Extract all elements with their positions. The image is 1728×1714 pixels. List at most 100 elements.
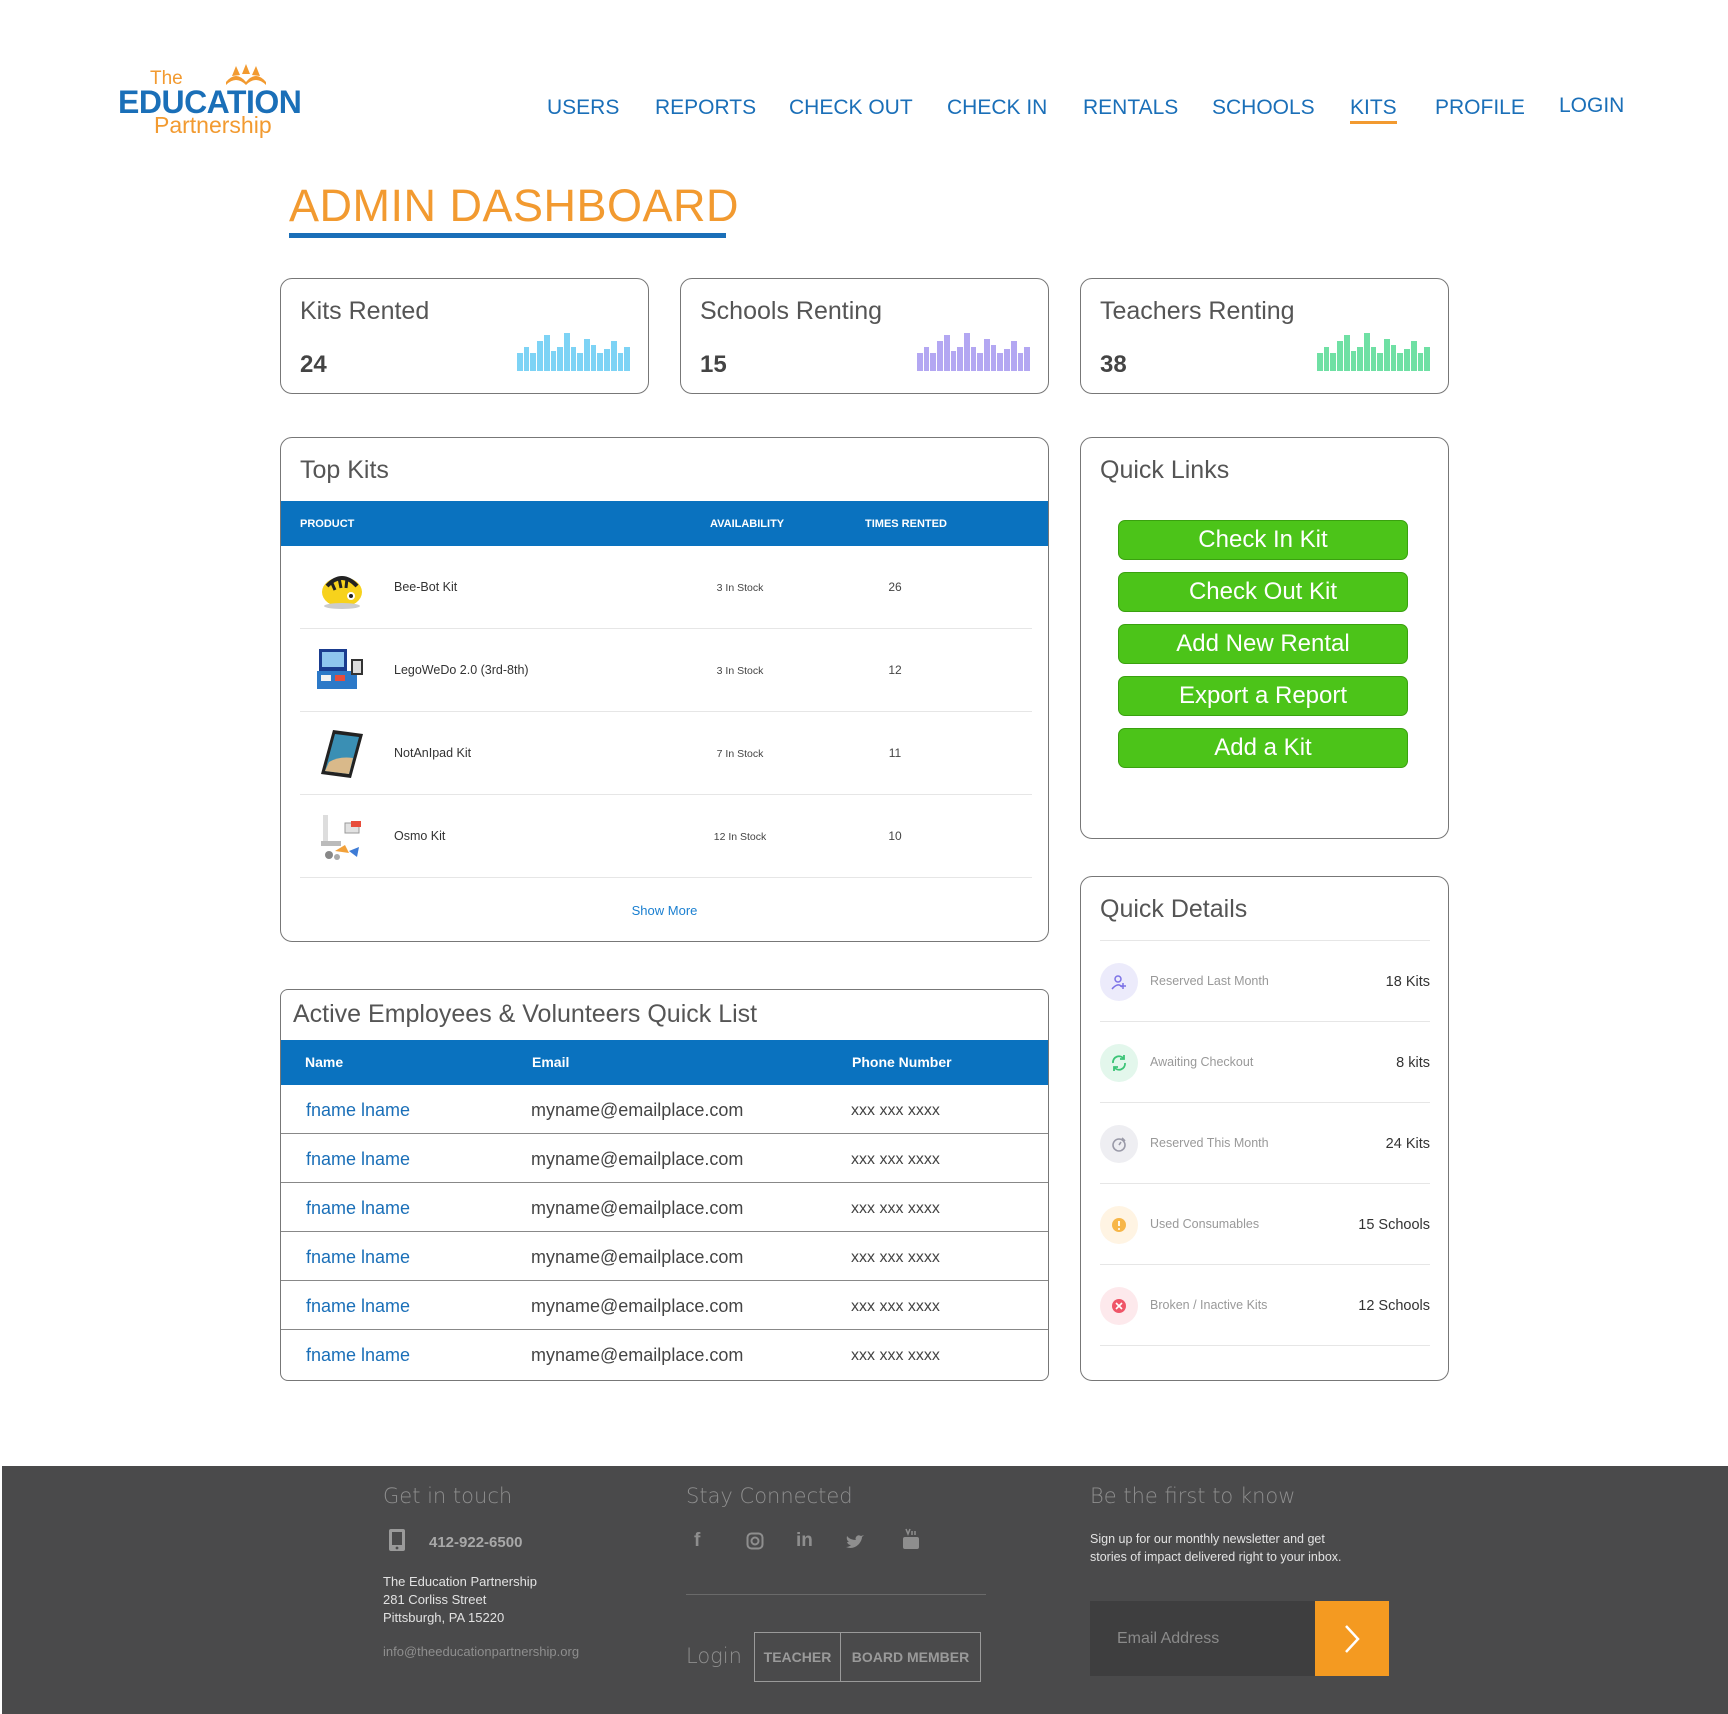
detail-value: 15 Schools [1358,1217,1430,1233]
spark-bar [1337,341,1343,371]
spark-bar [1404,349,1410,371]
nav-check-in[interactable]: CHECK IN [947,96,1047,120]
table-row[interactable]: LegoWeDo 2.0 (3rd-8th) 3 In Stock 12 [300,629,1032,712]
employee-name[interactable]: fname lname [306,1198,410,1219]
table-row[interactable]: fname lname myname@emailplace.com xxx xx… [281,1232,1048,1281]
employee-name[interactable]: fname lname [306,1149,410,1170]
stat-card-teachers-renting: Teachers Renting 38 [1080,278,1449,394]
spark-bar [990,345,997,371]
add-new-rental-button[interactable]: Add New Rental [1118,624,1408,664]
timer-icon [1100,1125,1138,1163]
footer-email-link[interactable]: info@theeducationpartnership.org [383,1644,579,1659]
teacher-login-button[interactable]: TEACHER [755,1633,841,1681]
board-member-login-button[interactable]: BOARD MEMBER [841,1633,980,1681]
table-row[interactable]: fname lname myname@emailplace.com xxx xx… [281,1183,1048,1232]
table-row[interactable]: fname lname myname@emailplace.com xxx xx… [281,1281,1048,1330]
footer-contact-heading: Get in touch [383,1484,513,1508]
detail-label: Used Consumables [1150,1217,1260,1231]
add-kit-button[interactable]: Add a Kit [1118,728,1408,768]
spark-bar [617,353,624,371]
newsletter-submit-button[interactable] [1315,1601,1389,1676]
refresh-icon [1100,1044,1138,1082]
spark-bar [1424,347,1430,371]
spark-bar [517,353,523,371]
col-times-rented: TIMES RENTED [865,518,947,530]
employee-name[interactable]: fname lname [306,1345,410,1366]
nav-profile[interactable]: PROFILE [1435,96,1525,120]
alert-icon [1100,1206,1138,1244]
table-row[interactable]: Bee-Bot Kit 3 In Stock 26 [300,546,1032,629]
newsletter-email-field[interactable] [1090,1601,1315,1676]
nav-kits[interactable]: KITS [1350,96,1397,124]
bee-bot-icon [322,576,362,609]
quick-details-card: Quick Details Reserved Last Month 18 Kit… [1080,876,1449,1381]
kit-times-rented: 26 [888,580,902,594]
kit-name[interactable]: NotAnIpad Kit [394,746,471,760]
table-row[interactable]: NotAnIpad Kit 7 In Stock 11 [300,712,1032,795]
spark-bar [563,333,570,371]
table-row[interactable]: fname lname myname@emailplace.com xxx xx… [281,1330,1048,1379]
linkedin-icon[interactable]: in [796,1530,813,1552]
footer-login-label: Login [686,1644,742,1668]
twitter-icon[interactable] [845,1534,865,1550]
kit-name[interactable]: LegoWeDo 2.0 (3rd-8th) [394,663,529,677]
spark-bar [1377,353,1384,371]
spark-bar [1343,335,1350,371]
kit-name[interactable]: Osmo Kit [394,829,445,843]
employees-header: Name Email Phone Number [281,1040,1048,1085]
check-out-kit-button[interactable]: Check Out Kit [1118,572,1408,612]
stat-value: 15 [700,351,727,378]
sparkline-chart [517,331,630,371]
spark-bar [963,333,970,371]
table-row[interactable]: fname lname myname@emailplace.com xxx xx… [281,1134,1048,1183]
stat-card-kits-rented: Kits Rented 24 [280,278,649,394]
facebook-icon[interactable]: f [694,1530,700,1552]
kit-availability: 3 In Stock [716,582,764,594]
kit-name[interactable]: Bee-Bot Kit [394,580,457,594]
spark-bar [570,347,577,371]
employee-phone: xxx xxx xxxx [851,1200,940,1217]
employee-email: myname@emailplace.com [531,1345,744,1365]
show-more-link[interactable]: Show More [281,903,1048,918]
spark-bar [584,339,590,371]
nav-users[interactable]: USERS [547,96,619,120]
spark-bar [624,347,630,371]
employee-name[interactable]: fname lname [306,1100,410,1121]
table-row[interactable]: fname lname myname@emailplace.com xxx xx… [281,1085,1048,1134]
spark-bar [1350,351,1357,371]
stat-value: 38 [1100,351,1127,378]
nav-check-out[interactable]: CHECK OUT [789,96,913,120]
nav-rentals[interactable]: RENTALS [1083,96,1178,120]
email-input[interactable] [1090,1601,1315,1676]
top-kits-card: Top Kits PRODUCT AVAILABILITY TIMES RENT… [280,437,1049,942]
nav-schools[interactable]: SCHOOLS [1212,96,1315,120]
detail-value: 8 kits [1396,1055,1430,1071]
check-in-kit-button[interactable]: Check In Kit [1118,520,1408,560]
detail-row: Awaiting Checkout 8 kits [1100,1022,1430,1103]
lego-kit-icon [317,649,363,689]
youtube-icon[interactable] [902,1528,920,1550]
export-report-button[interactable]: Export a Report [1118,676,1408,716]
employee-phone: xxx xxx xxxx [851,1249,940,1266]
detail-label: Awaiting Checkout [1150,1055,1254,1069]
nav-reports[interactable]: REPORTS [655,96,756,120]
employee-name[interactable]: fname lname [306,1247,410,1268]
kit-times-rented: 11 [888,746,902,760]
newsletter-text-line: stories of impact delivered right to you… [1090,1550,1342,1564]
spark-bar [1370,347,1377,371]
sparkline-chart [1317,331,1430,371]
spark-bar [537,341,543,371]
footer-phone[interactable]: 412-922-6500 [429,1534,522,1551]
nav-login[interactable]: LOGIN [1559,94,1624,118]
employee-name[interactable]: fname lname [306,1296,410,1317]
table-row[interactable]: Osmo Kit 12 In Stock 10 [300,795,1032,878]
stat-value: 24 [300,351,327,378]
kit-availability: 12 In Stock [713,831,767,843]
detail-row: Used Consumables 15 Schools [1100,1184,1430,1265]
spark-bar [597,353,604,371]
kit-times-rented: 10 [888,829,902,843]
top-kits-header: PRODUCT AVAILABILITY TIMES RENTED [281,501,1048,546]
col-name: Name [305,1054,344,1070]
instagram-icon[interactable] [746,1532,764,1550]
spark-bar [970,347,977,371]
